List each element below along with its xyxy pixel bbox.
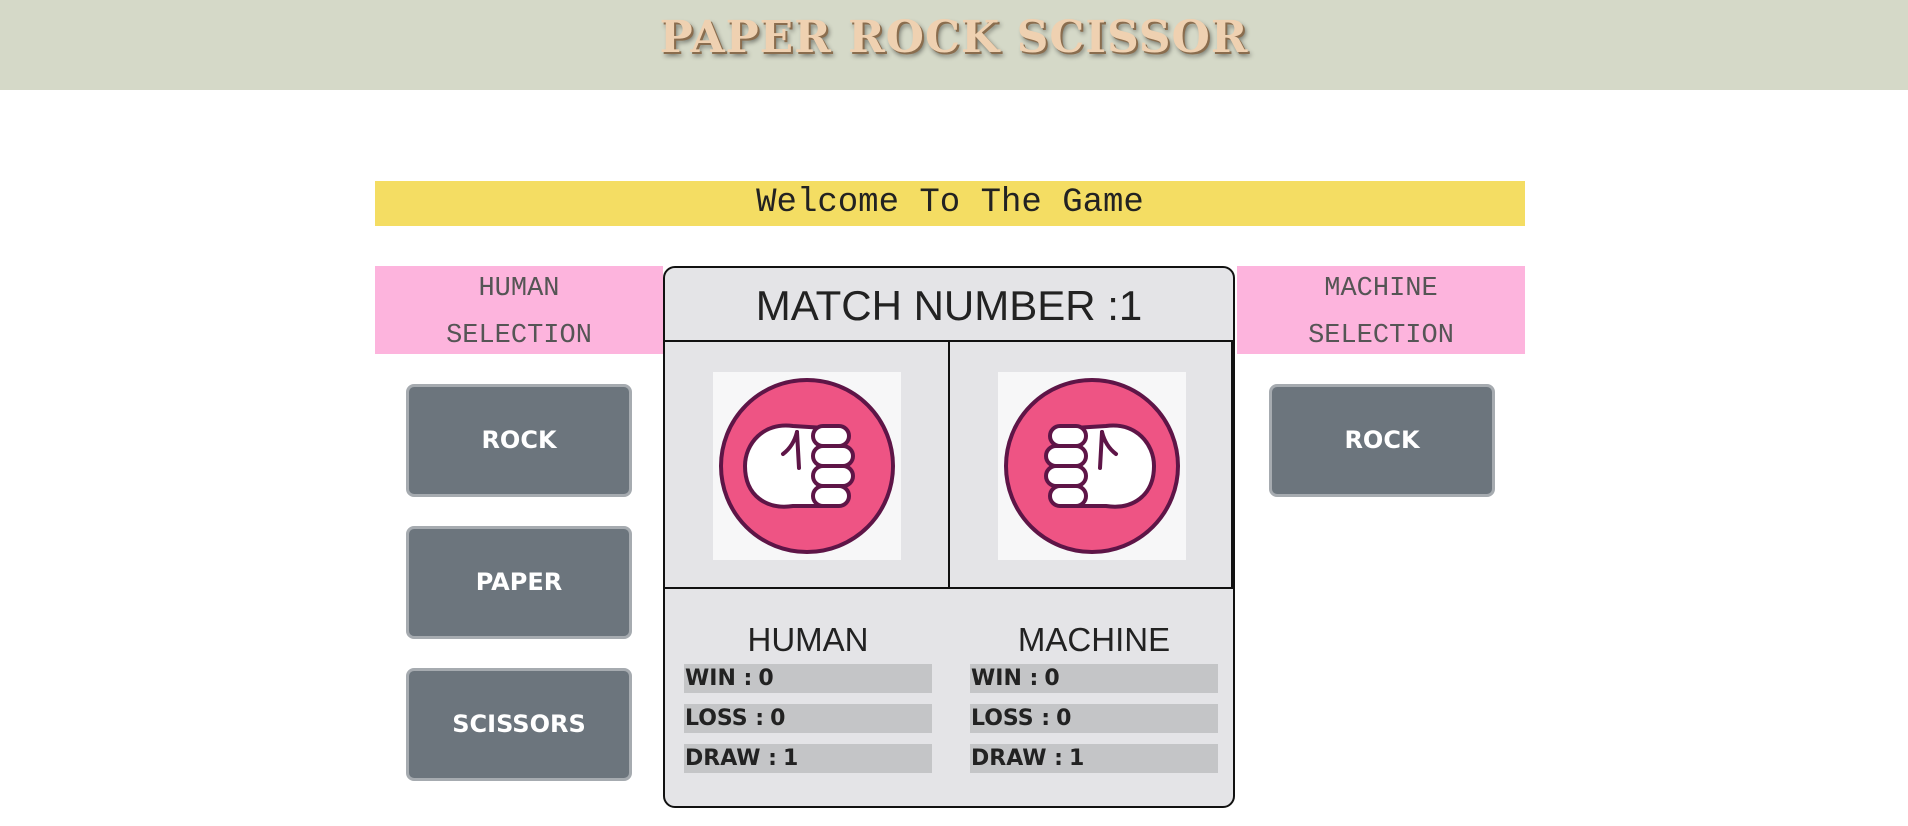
- human-pick-box: [665, 342, 950, 589]
- machine-selection-title-line2: SELECTION: [1308, 321, 1454, 351]
- machine-win-value: 0: [1044, 666, 1060, 691]
- fist-right-icon: [713, 372, 901, 560]
- machine-win-stat: WIN :0: [970, 664, 1218, 693]
- match-number-value: 1: [1118, 282, 1143, 329]
- human-loss-stat: LOSS :0: [684, 704, 932, 733]
- scissors-button[interactable]: SCISSORS: [406, 668, 632, 781]
- machine-name: MACHINE: [1017, 621, 1171, 658]
- human-win-label: WIN :: [685, 666, 753, 691]
- machine-selection-header: MACHINE SELECTION: [1237, 266, 1525, 354]
- machine-score-panel: MACHINE WIN :0 LOSS :0 DRAW :1: [970, 620, 1218, 784]
- human-win-value: 0: [758, 666, 774, 691]
- human-score-panel: HUMAN WIN :0 LOSS :0 DRAW :1: [684, 620, 932, 784]
- machine-loss-label: LOSS :: [971, 706, 1051, 731]
- human-selection-title-line2: SELECTION: [446, 321, 592, 351]
- machine-pick-box: [950, 342, 1233, 589]
- machine-loss-stat: LOSS :0: [970, 704, 1218, 733]
- human-win-stat: WIN :0: [684, 664, 932, 693]
- machine-draw-label: DRAW :: [971, 746, 1063, 771]
- match-number-title: MATCH NUMBER :1: [665, 268, 1233, 340]
- match-number-label: MATCH NUMBER :: [755, 282, 1119, 329]
- game-title: PAPER ROCK SCISSOR: [659, 12, 1249, 63]
- machine-win-label: WIN :: [971, 666, 1039, 691]
- human-draw-label: DRAW :: [685, 746, 777, 771]
- paper-button[interactable]: PAPER: [406, 526, 632, 639]
- human-selection-title-line1: HUMAN: [478, 274, 560, 304]
- human-name: HUMAN: [747, 621, 869, 658]
- human-loss-value: 0: [770, 706, 786, 731]
- machine-draw-stat: DRAW :1: [970, 744, 1218, 773]
- welcome-banner: Welcome To The Game: [375, 181, 1525, 226]
- machine-loss-value: 0: [1056, 706, 1072, 731]
- top-header-bar: PAPER ROCK SCISSOR: [0, 0, 1908, 90]
- game-board: MATCH NUMBER :1 HUMAN WIN: 0 LOSS: 0 D…: [663, 266, 1235, 808]
- fist-left-icon: [998, 372, 1186, 560]
- human-selection-header: HUMAN SELECTION: [375, 266, 663, 354]
- machine-choice-display: ROCK: [1269, 384, 1495, 497]
- human-draw-stat: DRAW :1: [684, 744, 932, 773]
- human-draw-value: 1: [782, 746, 799, 771]
- machine-selection-title-line1: MACHINE: [1324, 274, 1438, 304]
- rock-button[interactable]: ROCK: [406, 384, 632, 497]
- human-loss-label: LOSS :: [685, 706, 765, 731]
- machine-draw-value: 1: [1068, 746, 1085, 771]
